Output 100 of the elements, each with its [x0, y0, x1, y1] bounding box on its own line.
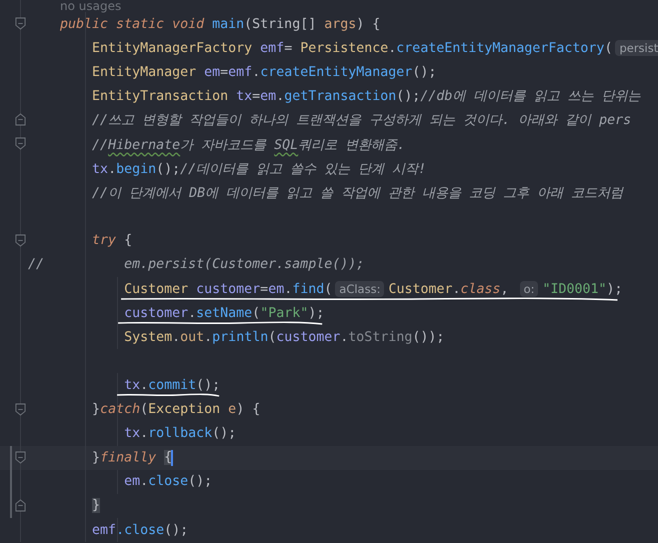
code-token: createEntityManagerFactory [396, 40, 604, 56]
code-token: toString [348, 330, 412, 345]
code-token: (); [396, 89, 420, 104]
code-token: rollback [148, 426, 212, 442]
code-token: (); [156, 162, 180, 177]
code-token: . [340, 330, 348, 345]
code-token: System [123, 330, 172, 345]
code-comment: Hibernate [108, 138, 180, 153]
code-comment: // em.persist(Customer.sample()); [28, 257, 364, 272]
code-comment: //데이터를 읽고 쓸수 있는 단계 시작! [180, 162, 426, 177]
code-token: tx [123, 426, 140, 442]
code-token: Customer [388, 282, 452, 297]
code-token: em [204, 64, 220, 80]
code-token: } [92, 498, 100, 514]
usage-hint[interactable]: no usages [60, 0, 122, 12]
code-token: main [212, 16, 244, 32]
code-comment: //이 단계에서 DB에 데이터를 읽고 쓸 작업에 관한 내용을 코딩 그후 아래 코드처럼 [91, 186, 624, 201]
parameter-hint: aClass: [335, 280, 384, 297]
code-token: "Park" [260, 306, 308, 321]
fold-icon[interactable] [15, 17, 26, 30]
code-token: begin [116, 162, 156, 177]
code-token: ) { [356, 16, 380, 32]
code-comment: 가 자바코드를 [180, 138, 268, 153]
code-token: ); [308, 306, 324, 321]
change-marker[interactable] [10, 494, 12, 518]
parameter-hint: persist [615, 40, 658, 56]
code-token: Persistence [300, 40, 388, 56]
code-token: setName [196, 306, 252, 321]
code-token: (); [212, 426, 236, 442]
code-token: customer [196, 282, 260, 297]
code-token: ( [140, 402, 148, 418]
code-token: ( [324, 282, 332, 297]
code-token: } [91, 402, 100, 418]
code-token: e [228, 402, 236, 418]
change-marker[interactable] [10, 446, 12, 470]
fold-end-icon[interactable] [15, 498, 26, 512]
code-token: EntityManagerFactory [91, 40, 254, 56]
parameter-hint: o: [520, 280, 538, 297]
code-token: find [292, 282, 324, 297]
fold-end-icon[interactable] [15, 113, 26, 126]
code-token: } [91, 450, 100, 466]
code-token: em [260, 89, 276, 104]
code-token: EntityTransaction [91, 89, 230, 104]
code-token: emf [91, 522, 116, 538]
code-token: ( [268, 330, 276, 345]
code-token: . [108, 162, 116, 177]
code-token: customer [123, 306, 188, 321]
fold-icon[interactable] [15, 450, 26, 464]
code-token: emf [228, 64, 252, 80]
fold-icon[interactable] [15, 137, 26, 150]
code-token: public static void [59, 16, 206, 32]
code-token: finally [100, 450, 158, 466]
code-token: tx [91, 162, 108, 177]
code-token: (); [196, 378, 220, 393]
code-token: = [252, 89, 260, 104]
code-token: tx [236, 89, 252, 104]
code-comment: 쿼리로 변환해줌. [298, 138, 406, 153]
code-token: (String[] [244, 16, 318, 32]
code-token: = [260, 282, 268, 297]
code-token: (); [412, 64, 436, 80]
code-token: getTransaction [284, 89, 396, 104]
code-token: . [252, 64, 260, 80]
fold-icon[interactable] [15, 402, 26, 416]
code-token: . [188, 306, 196, 321]
code-token: ) { [236, 402, 260, 418]
code-token: try [91, 233, 116, 248]
code-token: (); [188, 474, 212, 490]
code-token: close [148, 474, 188, 490]
code-token: tx [123, 378, 140, 393]
code-token: { [123, 233, 132, 248]
code-comment: // [91, 138, 108, 153]
code-comment: //쓰고 변형할 작업들이 하나의 트랜잭션을 구성하게 되는 것이다. 아래와 같이 pers [91, 113, 632, 128]
code-token: ( [252, 306, 260, 321]
code-token: emf [260, 40, 284, 56]
code-comment: SQL [274, 138, 298, 153]
code-token: Exception [148, 402, 222, 418]
change-marker[interactable] [10, 470, 12, 494]
code-token: commit [148, 378, 196, 393]
code-token: , [500, 282, 510, 297]
code-token: ); [606, 282, 623, 297]
code-token: em [123, 474, 140, 490]
fold-icon[interactable] [15, 234, 26, 247]
code-token: . [204, 330, 212, 345]
code-token: createEntityManager [260, 64, 412, 80]
code-token: println [212, 330, 268, 345]
code-token: Customer [123, 282, 190, 297]
code-token: . [172, 330, 180, 345]
code-token: em [268, 282, 284, 297]
code-token: "ID0001" [542, 282, 607, 297]
code-token: EntityManager [91, 64, 198, 80]
code-token: args [324, 16, 356, 32]
code-token: = [284, 40, 294, 56]
code-token: (); [164, 522, 188, 538]
code-token: out [180, 330, 204, 345]
code-token: customer [276, 330, 340, 345]
code-token: . [140, 378, 148, 393]
code-token: . [284, 282, 292, 297]
code-token: catch [100, 402, 140, 418]
code-token: . [140, 426, 148, 442]
code-token: class [460, 282, 501, 297]
